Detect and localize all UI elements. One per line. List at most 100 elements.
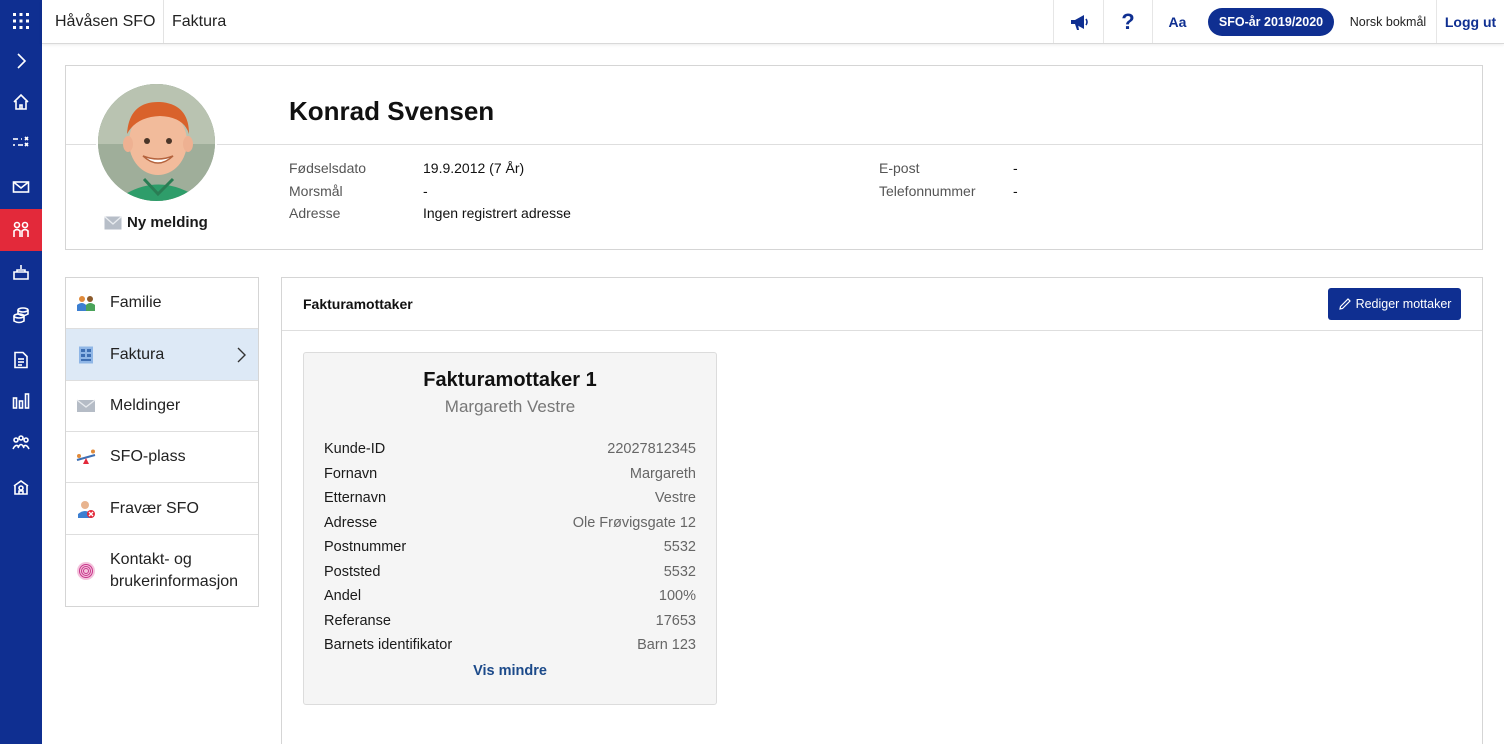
row-value: 5532 xyxy=(663,563,696,580)
chevron-right-icon[interactable] xyxy=(0,41,42,81)
row-key: Andel xyxy=(324,588,362,604)
envelope-icon xyxy=(76,399,96,412)
left-rail xyxy=(0,0,42,744)
sidemenu-item-faktura[interactable]: Faktura xyxy=(66,329,258,381)
show-less-link[interactable]: Vis mindre xyxy=(304,663,716,679)
document-icon[interactable] xyxy=(0,340,42,380)
font-size-button[interactable]: Aa xyxy=(1152,0,1202,43)
help-icon: ? xyxy=(1121,8,1135,34)
coins-icon[interactable] xyxy=(0,295,42,335)
child-side-menu: Familie Faktura Meldinger SFO-plass Frav… xyxy=(65,277,259,607)
row-key: Etternavn xyxy=(324,490,387,506)
row-key: Referanse xyxy=(324,612,391,629)
sidemenu-item-meldinger[interactable]: Meldinger xyxy=(66,381,258,432)
row-key: Postnummer xyxy=(324,539,407,555)
invoice-icon xyxy=(79,346,93,363)
sidemenu-label: Familie xyxy=(110,294,162,311)
invoice-recipient-panel: Fakturamottaker Rediger mottaker Faktura… xyxy=(281,277,1483,744)
row-value: Vestre xyxy=(654,490,696,506)
school-year-cell: SFO-år 2019/2020 xyxy=(1202,0,1340,43)
envelope-icon xyxy=(104,215,122,229)
apps-grid-icon[interactable] xyxy=(0,1,42,41)
row-value: Ole Frøvigsgate 12 xyxy=(572,514,696,531)
phone-label: Telefonnummer xyxy=(879,183,976,199)
recipient-row: Etternavn Vestre xyxy=(324,490,696,510)
font-size-icon: Aa xyxy=(1168,13,1187,30)
recipient-row: Fornavn Margareth xyxy=(324,466,696,486)
sidemenu-item-sfo-plass[interactable]: SFO-plass xyxy=(66,432,258,483)
sidemenu-item-familie[interactable]: Familie xyxy=(66,278,258,329)
children-icon[interactable] xyxy=(0,209,42,251)
panel-header: Fakturamottaker Rediger mottaker xyxy=(282,278,1482,331)
child-name: Konrad Svensen xyxy=(289,96,495,126)
pencil-icon xyxy=(1338,298,1351,310)
panel-title: Fakturamottaker xyxy=(303,296,413,312)
sidemenu-item-fravaer-sfo[interactable]: Fravær SFO xyxy=(66,483,258,535)
school-icon[interactable] xyxy=(0,467,42,507)
birthdate-label: Fødselsdato xyxy=(289,160,367,176)
profile-card: Ny melding Konrad Svensen Fødselsdato 19… xyxy=(65,65,1483,250)
row-key: Fornavn xyxy=(324,465,378,482)
breadcrumb-divider xyxy=(163,0,164,43)
birthdate-value: 19.9.2012 (7 År) xyxy=(423,160,525,176)
school-year-selector[interactable]: SFO-år 2019/2020 xyxy=(1207,7,1335,36)
recipient-card: Fakturamottaker 1 Margareth Vestre Kunde… xyxy=(303,352,717,705)
row-key: Poststed xyxy=(324,563,381,580)
help-button[interactable]: ? xyxy=(1103,0,1152,43)
logout-cell: Logg ut xyxy=(1436,0,1504,43)
recipient-name: Margareth Vestre xyxy=(444,397,576,416)
row-key: Kunde-ID xyxy=(324,441,386,457)
sidemenu-item-kontakt[interactable]: Kontakt- og brukerinformasjon xyxy=(66,535,258,606)
family-icon xyxy=(77,296,95,311)
school-name[interactable]: Håvåsen SFO xyxy=(55,0,155,43)
shuffle-icon[interactable] xyxy=(0,122,42,162)
mail-icon[interactable] xyxy=(0,167,42,207)
seesaw-icon xyxy=(76,449,96,464)
row-value: Margareth xyxy=(629,465,696,482)
row-value: Barn 123 xyxy=(637,637,696,653)
mother-tongue-label: Morsmål xyxy=(289,183,343,199)
recipient-row: Poststed 5532 xyxy=(324,564,696,584)
row-key: Barnets identifikator xyxy=(324,637,453,653)
profile-divider xyxy=(66,144,1482,145)
phone-value: - xyxy=(1013,183,1018,199)
fingerprint-icon xyxy=(77,561,95,580)
avatar xyxy=(96,82,217,203)
edit-recipient-button[interactable]: Rediger mottaker xyxy=(1328,288,1461,320)
new-message-button[interactable]: Ny melding xyxy=(104,214,208,231)
group-icon[interactable] xyxy=(0,423,42,463)
top-bar: Håvåsen SFO Faktura ? Aa SFO-år 2019/202… xyxy=(42,0,1504,44)
bar-chart-icon[interactable] xyxy=(0,381,42,421)
recipient-row: Andel 100% xyxy=(324,588,696,608)
home-icon[interactable] xyxy=(0,82,42,122)
mother-tongue-value: - xyxy=(423,183,428,199)
logout-button[interactable]: Logg ut xyxy=(1445,14,1496,30)
recipient-row: Postnummer 5532 xyxy=(324,539,696,559)
row-value: 100% xyxy=(658,588,696,604)
address-label: Adresse xyxy=(289,205,341,221)
language-selector[interactable]: Norsk bokmål xyxy=(1350,15,1426,29)
page-title: Faktura xyxy=(172,13,227,30)
sidemenu-label: SFO-plass xyxy=(110,448,186,465)
recipient-row: Referanse 17653 xyxy=(324,613,696,633)
row-value: 17653 xyxy=(655,612,696,629)
email-label: E-post xyxy=(879,160,920,176)
address-value: Ingen registrert adresse xyxy=(423,205,571,221)
edit-recipient-label: Rediger mottaker xyxy=(1355,297,1452,311)
sidemenu-label: Meldinger xyxy=(110,397,181,414)
announcements-button[interactable] xyxy=(1053,0,1103,43)
email-value: - xyxy=(1013,160,1018,176)
row-value: 22027812345 xyxy=(607,441,696,457)
chevron-right-icon xyxy=(237,347,246,362)
inbox-tray-icon[interactable] xyxy=(0,252,42,292)
recipient-row: Adresse Ole Frøvigsgate 12 xyxy=(324,515,696,535)
language-cell: Norsk bokmål xyxy=(1340,0,1436,43)
row-value: 5532 xyxy=(663,539,696,555)
recipient-title: Fakturamottaker 1 xyxy=(423,369,597,391)
recipient-row: Barnets identifikator Barn 123 xyxy=(324,637,696,657)
row-key: Adresse xyxy=(324,514,378,531)
recipient-row: Kunde-ID 22027812345 xyxy=(324,441,696,461)
megaphone-icon xyxy=(1070,14,1088,30)
absence-icon xyxy=(78,500,95,518)
new-message-label: Ny melding xyxy=(127,214,208,231)
